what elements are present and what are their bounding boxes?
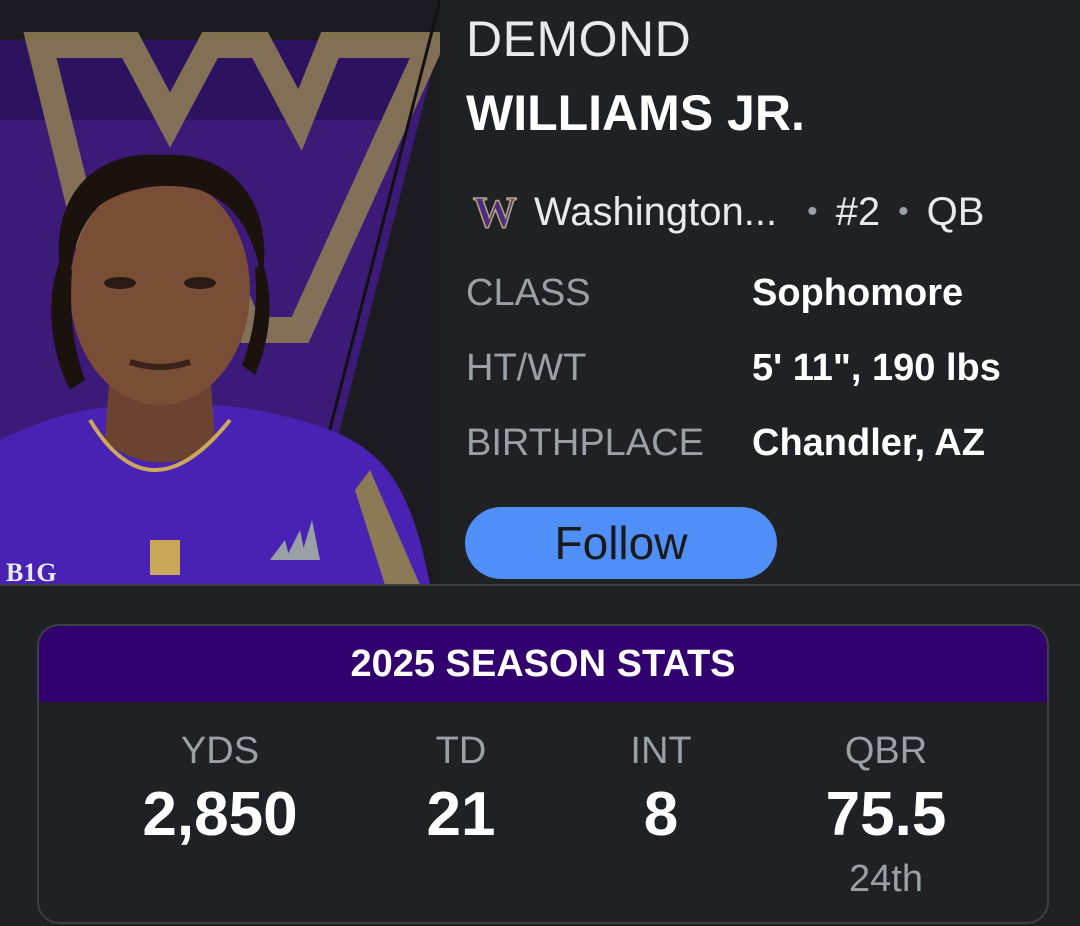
svg-text:W: W [473,191,517,233]
birthplace-label: BIRTHPLACE [466,422,704,464]
player-last-name: WILLIAMS JR. [466,85,805,141]
stat-yds: YDS 2,850 [100,732,340,846]
stat-value: 75.5 [825,780,947,849]
washington-logo-icon[interactable]: W [466,187,524,238]
height-weight-value: 5' 11", 190 lbs [752,347,1001,389]
divider [0,584,1080,586]
height-weight-label: HT/WT [466,347,587,389]
class-value: Sophomore [752,272,964,314]
class-label: CLASS [466,272,591,314]
separator-dot: • [898,195,909,228]
team-name[interactable]: Washington... [534,190,777,235]
separator-dot: • [807,195,818,228]
stat-label: INT [630,730,692,772]
stats-title: 2025 SEASON STATS [39,626,1047,702]
stat-rank: 24th [849,858,923,900]
player-photo: B1G [0,0,440,585]
player-first-name: DEMOND [466,11,692,67]
big-ten-badge: B1G [6,558,57,585]
player-position: QB [926,189,985,234]
player-header: B1G DEMOND WILLIAMS JR. W Washington... … [0,0,1080,585]
stat-value: 2,850 [142,780,298,849]
birthplace-value: Chandler, AZ [752,422,985,464]
jersey-number: #2 [835,189,881,234]
stat-int: INT 8 [541,732,781,846]
team-row: W Washington... • #2 • QB [466,187,985,238]
season-stats-card: 2025 SEASON STATS YDS 2,850 TD 21 INT 8 … [37,624,1049,924]
follow-button[interactable]: Follow [465,507,777,579]
stat-value: 8 [643,780,679,849]
stat-qbr: QBR 75.5 24th [766,732,1006,898]
stat-label: YDS [180,730,260,772]
stat-label: QBR [844,730,928,772]
